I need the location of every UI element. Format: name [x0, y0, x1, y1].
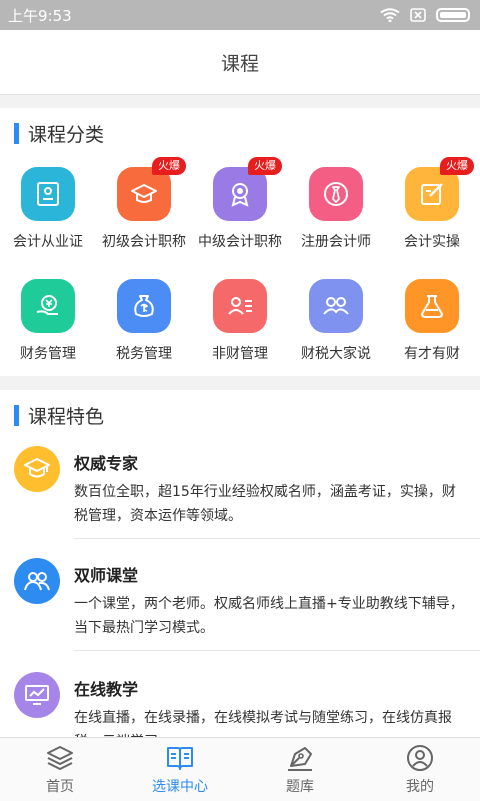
- category-item[interactable]: 财务管理: [0, 273, 96, 385]
- hot-badge: 火爆: [248, 157, 282, 175]
- tab-label: 选课中心: [152, 778, 208, 795]
- category-label: 初级会计职称: [102, 234, 186, 250]
- category-item[interactable]: 非财管理: [192, 273, 288, 385]
- category-item[interactable]: 财税大家说: [288, 273, 384, 385]
- person-list-icon: [213, 279, 267, 333]
- feature-item-online[interactable]: 在线教学 在线直播，在线录播，在线模拟考试与随堂练习，在线仿真报税，云端学习: [0, 672, 480, 737]
- bottom-tab-bar: 首页 选课中心 题库 我的: [0, 737, 480, 801]
- category-item[interactable]: 会计从业证: [0, 161, 96, 273]
- edit-icon: [405, 167, 459, 221]
- tab-label: 首页: [46, 778, 74, 795]
- category-item[interactable]: 注册会计师: [288, 161, 384, 273]
- tab-course-center[interactable]: 选课中心: [120, 738, 240, 801]
- feature-title: 权威专家: [74, 454, 139, 473]
- category-section-title: 课程分类: [14, 120, 480, 147]
- tab-mine[interactable]: 我的: [360, 738, 480, 801]
- battery-icon: [436, 8, 470, 22]
- user-icon: [407, 744, 433, 771]
- category-label: 中级会计职称: [198, 234, 282, 250]
- category-label: 注册会计师: [301, 234, 371, 250]
- wifi-icon: [380, 8, 400, 22]
- money-bag-icon: [117, 279, 171, 333]
- page-header: 课程: [0, 30, 480, 95]
- category-label: 非财管理: [212, 346, 268, 362]
- category-label: 税务管理: [116, 346, 172, 362]
- category-item[interactable]: 有才有财: [384, 273, 480, 385]
- tab-home[interactable]: 首页: [0, 738, 120, 801]
- pen-icon: [288, 746, 312, 771]
- category-label: 财税大家说: [301, 346, 371, 362]
- category-label: 有才有财: [404, 346, 460, 362]
- category-section: 课程分类 会计从业证 火爆 初级会计职称 火爆 中级会计职称 注册会计师 火爆 会计实操 财务管…: [0, 108, 480, 376]
- open-book-icon: [167, 746, 193, 770]
- group-icon: [309, 279, 363, 333]
- status-time: 上午9:53: [8, 6, 72, 25]
- hot-badge: 火爆: [440, 157, 474, 175]
- category-label: 财务管理: [20, 346, 76, 362]
- id-card-icon: [21, 167, 75, 221]
- category-grid: 会计从业证 火爆 初级会计职称 火爆 中级会计职称 注册会计师 火爆 会计实操 财务管理 税务管理…: [0, 157, 480, 385]
- treasure-icon: [405, 279, 459, 333]
- tab-label: 题库: [286, 778, 314, 795]
- two-people-icon: [14, 558, 60, 604]
- money-hand-icon: [21, 279, 75, 333]
- category-item[interactable]: 税务管理: [96, 273, 192, 385]
- hot-badge: 火爆: [152, 157, 186, 175]
- feature-section-title: 课程特色: [14, 402, 480, 429]
- feature-item-dual-teacher[interactable]: 双师课堂 一个课堂，两个老师。权威名师线上直播+专业助教线下辅导，当下最热门学习…: [0, 558, 480, 668]
- category-label: 会计从业证: [13, 234, 83, 250]
- graduation-cap-icon: [14, 446, 60, 492]
- category-label: 会计实操: [404, 234, 460, 250]
- tab-question-bank[interactable]: 题库: [240, 738, 360, 801]
- feature-title: 双师课堂: [74, 566, 139, 585]
- category-item[interactable]: 火爆中级会计职称: [192, 157, 288, 273]
- feature-desc: 一个课堂，两个老师。权威名师线上直播+专业助教线下辅导，当下最热门学习模式。: [74, 596, 464, 636]
- feature-desc: 数百位全职，超15年行业经验权威名师，涵盖考证，实操，财税管理，资本运作等领域。: [74, 484, 456, 524]
- medal-icon: [213, 167, 267, 221]
- category-item[interactable]: 火爆初级会计职称: [96, 157, 192, 273]
- category-item[interactable]: 火爆会计实操: [384, 157, 480, 273]
- feature-title: 在线教学: [74, 680, 139, 699]
- layers-icon: [47, 745, 73, 770]
- status-bar: 上午9:53: [0, 0, 480, 30]
- feature-desc: 在线直播，在线录播，在线模拟考试与随堂练习，在线仿真报税，云端学习: [74, 710, 452, 737]
- tie-icon: [309, 167, 363, 221]
- no-sim-icon: [410, 8, 426, 22]
- feature-section: 课程特色 权威专家 数百位全职，超15年行业经验权威名师，涵盖考证，实操，财税管…: [0, 390, 480, 737]
- page-title: 课程: [220, 52, 259, 75]
- tab-label: 我的: [406, 778, 434, 795]
- graduation-cap-icon: [117, 167, 171, 221]
- monitor-chart-icon: [14, 672, 60, 718]
